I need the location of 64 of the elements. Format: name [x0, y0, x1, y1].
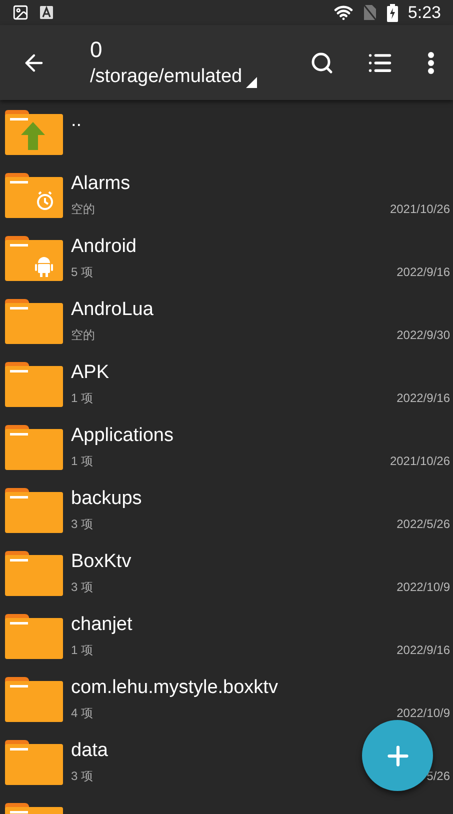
item-count: 5 项 — [71, 264, 94, 280]
modified-date: 2022/9/30 — [396, 326, 450, 344]
item-count: 1 项 — [71, 452, 94, 470]
folder-name: AndroLua — [71, 298, 154, 322]
file-list-item[interactable]: com.lehu.mystyle.boxktv 4 项 2022/10/9 — [0, 667, 453, 730]
modified-date: 2022/9/16 — [396, 390, 450, 406]
path-dropdown[interactable]: /storage/emulated — [90, 64, 293, 90]
no-sim-icon — [362, 4, 377, 21]
folder-name: chanjet — [71, 612, 132, 636]
item-count: 1 项 — [71, 642, 94, 658]
modified-date: 5/26 — [426, 768, 450, 784]
item-count: 空的 — [71, 326, 95, 344]
folder-name: Applications — [71, 424, 174, 448]
clock-time: 5:23 — [408, 2, 441, 24]
modified-date: 2022/10/9 — [396, 704, 450, 722]
file-list-item[interactable]: APK 1 项 2022/9/16 — [0, 352, 453, 415]
file-list-item[interactable]: AndroLua 空的 2022/9/30 — [0, 289, 453, 352]
modified-date: 2022/9/16 — [396, 642, 450, 658]
wifi-icon — [334, 3, 353, 22]
folder-icon — [5, 738, 63, 786]
modified-date: 2022/9/16 — [396, 264, 450, 280]
folder-icon — [5, 296, 63, 344]
folder-icon — [5, 422, 63, 470]
search-icon — [310, 50, 334, 74]
item-count: 4 项 — [71, 704, 94, 722]
folder-icon — [5, 612, 63, 660]
folder-name: Android — [71, 234, 136, 258]
android-folder-icon — [5, 234, 63, 282]
folder-icon — [5, 360, 63, 408]
more-vertical-icon — [428, 52, 434, 74]
file-list-item[interactable]: BoxKtv 3 项 2022/10/9 — [0, 541, 453, 604]
image-icon — [12, 4, 29, 21]
file-list-item[interactable]: Applications 1 项 2021/10/26 — [0, 415, 453, 478]
battery-charging-icon — [386, 4, 398, 22]
folder-name: Alarms — [71, 172, 130, 196]
folder-name: APK — [71, 360, 110, 384]
file-list-item[interactable]: .. — [0, 100, 453, 163]
folder-name: .. — [71, 108, 82, 132]
alarm-folder-icon — [5, 170, 63, 218]
item-count: 1 项 — [71, 390, 94, 406]
file-list-item[interactable]: Alarms 空的 2021/10/26 — [0, 163, 453, 226]
folder-name: data — [71, 738, 108, 762]
toolbar-title: 0 — [90, 36, 104, 64]
file-list-item[interactable]: backups 3 项 2022/5/26 — [0, 478, 453, 541]
folder-up-arrow-icon — [5, 108, 63, 156]
modified-date: 2021/10/26 — [390, 200, 450, 218]
file-list-item[interactable]: data 3 项 5/26 — [0, 730, 453, 793]
item-count: 空的 — [71, 200, 95, 218]
text-app-icon — [39, 5, 54, 20]
folder-icon — [5, 548, 63, 596]
modified-date: 2022/5/26 — [396, 516, 450, 532]
folder-name: BoxKtv — [71, 550, 132, 574]
modified-date: 2021/10/26 — [390, 452, 450, 470]
item-count: 3 项 — [71, 516, 94, 532]
modified-date: 2022/10/9 — [396, 578, 450, 596]
file-list-item[interactable]: Android 5 项 2022/9/16 — [0, 226, 453, 289]
folder-icon — [5, 486, 63, 534]
dropdown-corner-icon — [246, 76, 258, 88]
file-list-item[interactable]: chanjet 1 项 2022/9/16 — [0, 604, 453, 667]
folder-icon — [5, 674, 63, 722]
item-count: 3 项 — [71, 578, 94, 596]
item-count: 3 项 — [71, 768, 94, 784]
folder-name: backups — [71, 486, 142, 510]
folder-name: com.lehu.mystyle.boxktv — [71, 676, 278, 700]
